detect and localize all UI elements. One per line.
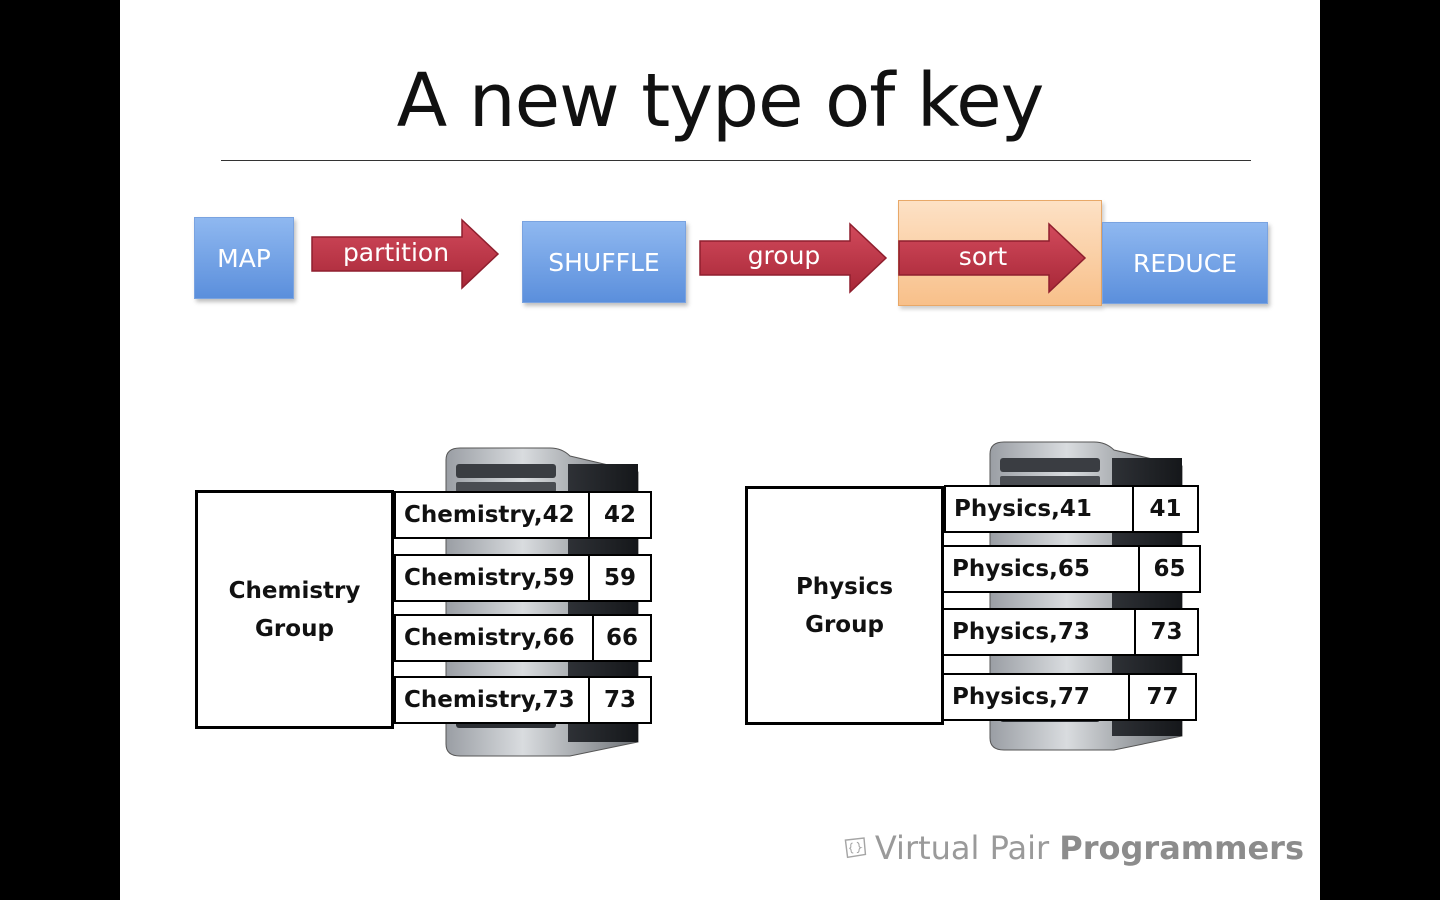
record-key: Physics,77 [952,684,1090,710]
record-value: 59 [588,556,650,600]
chemistry-record: Chemistry,73 73 [394,676,652,724]
shuffle-stage: SHUFFLE [522,221,686,303]
title-divider [221,160,1251,161]
chemistry-record: Chemistry,42 42 [394,491,652,539]
map-stage: MAP [194,217,294,299]
partition-label: partition [342,238,450,267]
physics-record: Physics,77 77 [942,673,1197,721]
record-key: Chemistry,59 [404,565,575,591]
chemistry-group-subtitle: Group [255,615,334,642]
physics-group-subtitle: Group [805,611,884,638]
record-value: 41 [1132,487,1197,531]
brackets-logo-icon [844,837,867,859]
record-key: Physics,73 [952,619,1090,645]
map-stage-label: MAP [217,243,271,273]
record-key: Chemistry,73 [404,687,575,713]
record-value: 66 [592,616,650,660]
record-value: 65 [1138,547,1199,591]
logo-brand-light: Virtual Pair [874,829,1050,867]
chemistry-record: Chemistry,66 66 [394,614,652,662]
record-value: 42 [588,493,650,537]
logo-brand-bold: Programmers [1059,829,1304,867]
physics-record: Physics,41 41 [944,485,1199,533]
slide-title: A new type of key [396,58,1045,144]
watermark-logo: Virtual Pair Programmers [844,816,1304,880]
record-value: 77 [1128,675,1195,719]
record-key: Physics,65 [952,556,1090,582]
reduce-stage-label: REDUCE [1133,248,1237,278]
physics-group-title: Physics [795,573,894,600]
chemistry-group-box: Chemistry Group [195,490,394,729]
record-value: 73 [588,678,650,722]
chemistry-group-title: Chemistry [228,577,361,604]
slide: A new type of key MAP partition SHUFFLE … [120,0,1320,900]
group-label: group [747,241,821,270]
record-key: Chemistry,66 [404,625,575,651]
record-value: 73 [1134,610,1197,654]
shuffle-stage-label: SHUFFLE [548,247,660,277]
physics-group-box: Physics Group [745,486,944,725]
sort-label: sort [958,242,1008,271]
logo-wordmark: Virtual Pair Programmers [875,829,1304,867]
reduce-stage: REDUCE [1102,222,1268,304]
physics-record: Physics,73 73 [942,608,1199,656]
record-key: Physics,41 [954,496,1092,522]
physics-record: Physics,65 65 [942,545,1201,593]
record-key: Chemistry,42 [404,502,575,528]
chemistry-record: Chemistry,59 59 [394,554,652,602]
